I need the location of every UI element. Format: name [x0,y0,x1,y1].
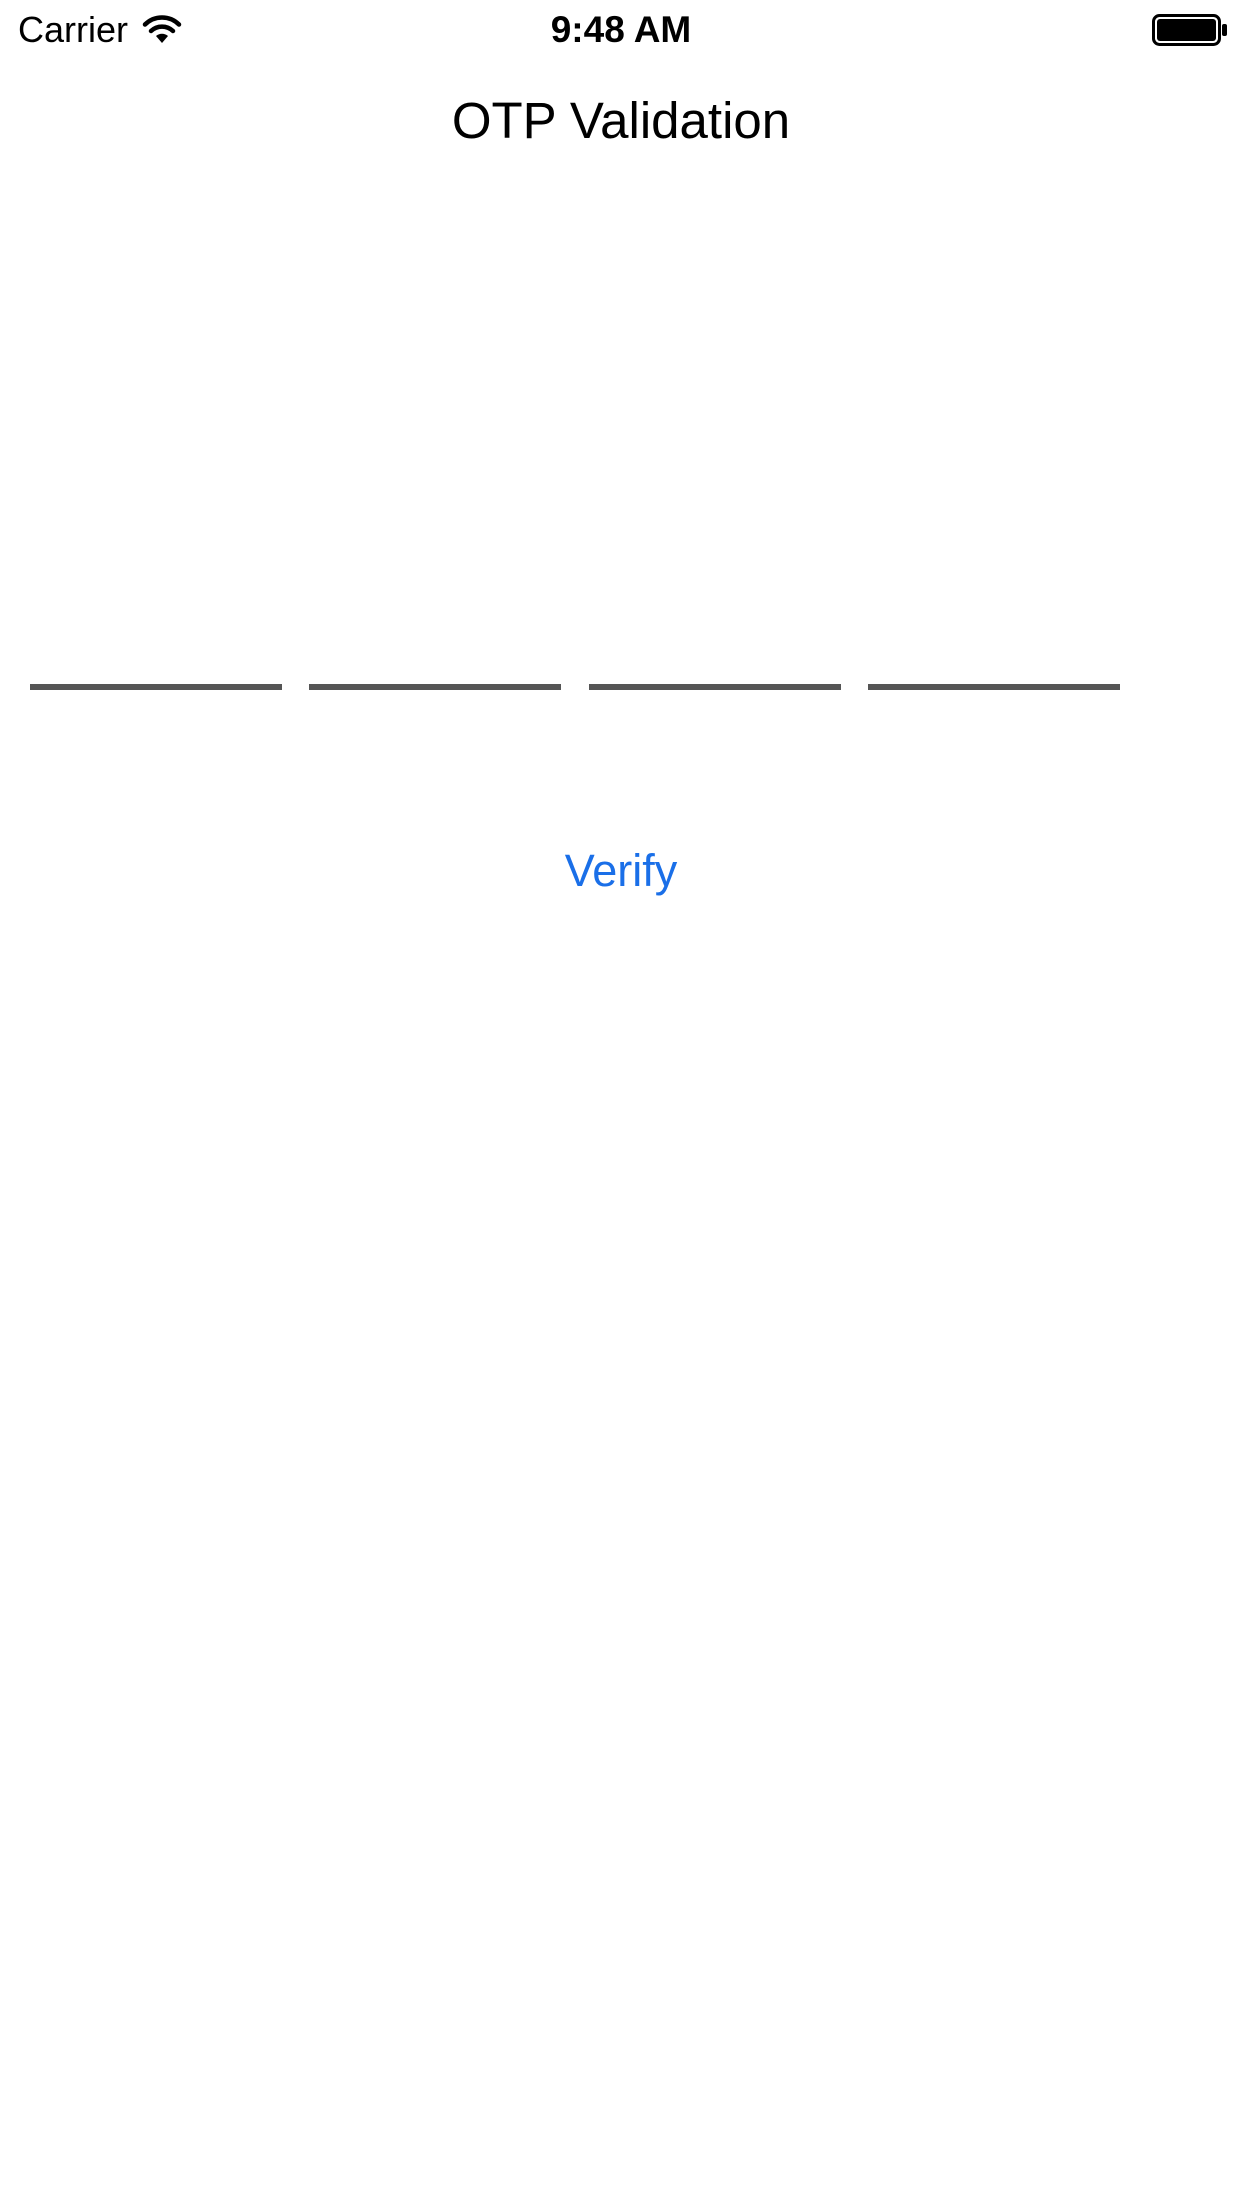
otp-digit-1-input[interactable] [30,630,282,690]
page-title: OTP Validation [451,92,791,149]
otp-digit-4-input[interactable] [868,630,1120,690]
otp-digit-2-input[interactable] [309,630,561,690]
verify-button[interactable]: Verify [521,836,721,906]
otp-digit-3-input[interactable] [589,630,841,690]
battery-icon [1152,14,1228,46]
status-time: 9:48 AM [550,9,692,50]
otp-validation-screen: Carrier 9:48 AM OTP Validation Verify [0,0,1242,2208]
status-bar: Carrier 9:48 AM [0,0,1242,60]
